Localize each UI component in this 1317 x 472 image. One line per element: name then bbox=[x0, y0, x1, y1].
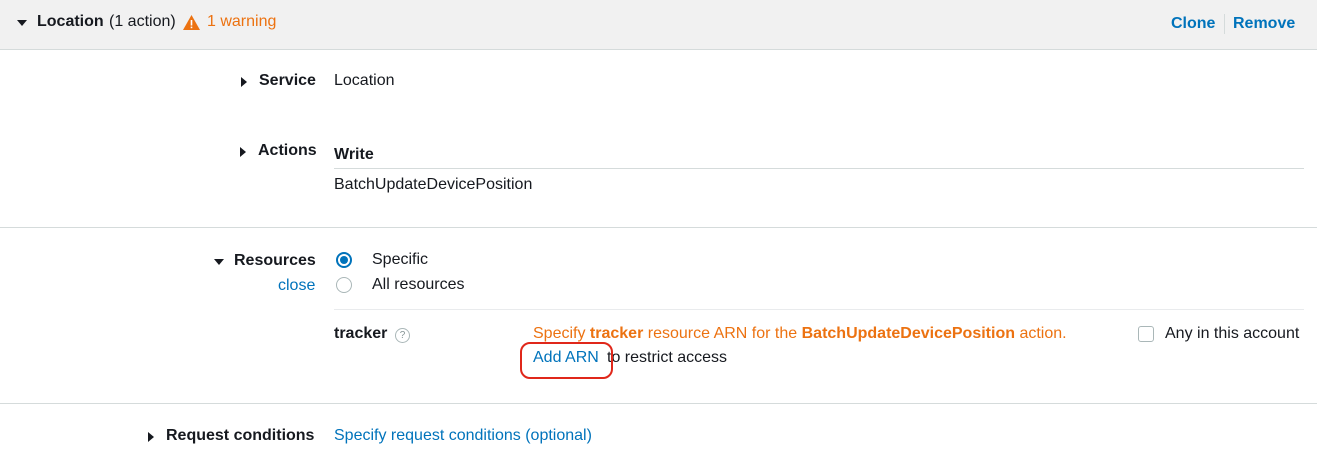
actions-group-divider bbox=[334, 168, 1304, 169]
actions-expand-icon[interactable] bbox=[240, 147, 246, 157]
radio-all-resources[interactable] bbox=[336, 277, 352, 293]
service-value: Location bbox=[334, 72, 395, 89]
request-conditions-expand-icon[interactable] bbox=[148, 432, 154, 442]
collapse-caret-icon[interactable] bbox=[17, 20, 27, 26]
action-item: BatchUpdateDevicePosition bbox=[334, 176, 533, 193]
service-expand-icon[interactable] bbox=[241, 77, 247, 87]
any-in-account-label[interactable]: Any in this account bbox=[1165, 325, 1299, 343]
resources-label[interactable]: Resources bbox=[234, 252, 316, 270]
radio-all-resources-label[interactable]: All resources bbox=[372, 276, 464, 294]
warning-icon bbox=[183, 15, 200, 30]
actions-group-heading: Write bbox=[334, 146, 374, 163]
request-conditions-link[interactable]: Specify request conditions (optional) bbox=[334, 427, 592, 445]
header-divider bbox=[1224, 14, 1225, 34]
tracker-label: tracker bbox=[334, 325, 388, 342]
service-label[interactable]: Service bbox=[259, 72, 316, 90]
radio-specific-label[interactable]: Specific bbox=[372, 251, 428, 269]
resources-divider bbox=[334, 309, 1304, 310]
any-in-account-checkbox[interactable] bbox=[1138, 326, 1154, 342]
section-divider-2 bbox=[0, 403, 1317, 404]
restrict-access-text: to restrict access bbox=[607, 349, 728, 366]
remove-button[interactable]: Remove bbox=[1233, 15, 1295, 33]
section-header: Location (1 action) 1 warning Clone Remo… bbox=[0, 0, 1317, 50]
action-count: (1 action) bbox=[109, 13, 176, 30]
radio-specific[interactable] bbox=[336, 252, 352, 268]
info-icon[interactable]: ? bbox=[395, 328, 410, 343]
tracker-warning-message: Specify tracker resource ARN for the Bat… bbox=[533, 325, 1067, 342]
clone-button[interactable]: Clone bbox=[1171, 15, 1215, 33]
section-title[interactable]: Location bbox=[37, 13, 104, 31]
request-conditions-label[interactable]: Request conditions bbox=[166, 427, 314, 445]
section-divider bbox=[0, 227, 1317, 228]
add-arn-highlight bbox=[520, 342, 613, 379]
actions-label[interactable]: Actions bbox=[258, 142, 317, 160]
warning-count[interactable]: 1 warning bbox=[207, 13, 276, 31]
resources-collapse-icon[interactable] bbox=[214, 259, 224, 265]
resources-close-link[interactable]: close bbox=[278, 277, 315, 295]
